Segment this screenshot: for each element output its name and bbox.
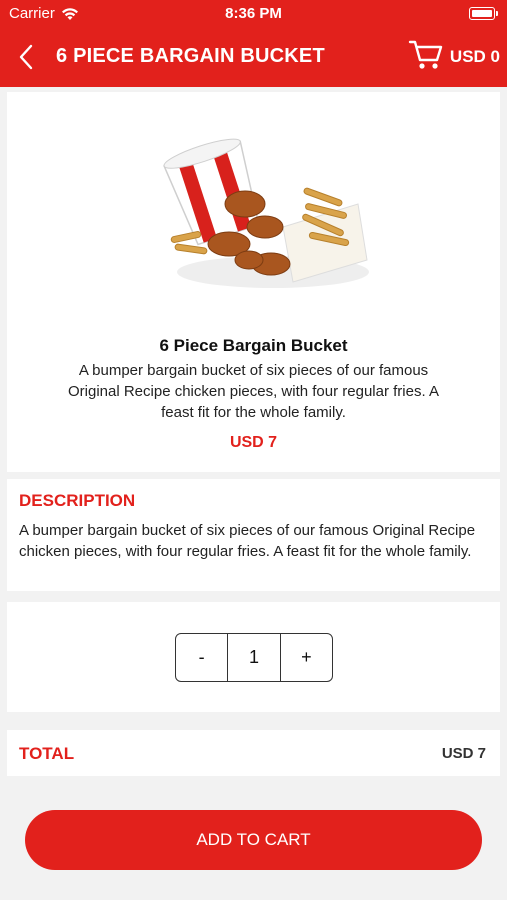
increment-button[interactable]: +: [279, 634, 332, 681]
back-button[interactable]: [12, 42, 42, 72]
description-card: DESCRIPTION A bumper bargain bucket of s…: [7, 479, 500, 591]
product-name: 6 Piece Bargain Bucket: [159, 336, 348, 355]
app-header: Carrier 8:36 PM 6 PIECE BARGAIN BUCKET U…: [0, 0, 507, 87]
page-title: 6 PIECE BARGAIN BUCKET: [56, 45, 325, 67]
total-value: USD 7: [441, 745, 486, 762]
product-short-description: A bumper bargain bucket of six pieces of…: [67, 362, 439, 421]
product-card: 6 Piece Bargain Bucket A bumper bargain …: [7, 92, 500, 472]
shopping-cart-icon: [408, 40, 443, 69]
quantity-card: - 1 +: [7, 602, 500, 712]
product-image: [163, 138, 369, 288]
description-title: DESCRIPTION: [19, 491, 136, 510]
chevron-left-icon: [19, 44, 33, 70]
decrement-button[interactable]: -: [176, 634, 227, 681]
quantity-stepper: - 1 +: [175, 633, 333, 682]
status-bar: Carrier 8:36 PM: [0, 0, 507, 28]
quantity-value: 1: [227, 634, 279, 681]
battery-icon: [469, 7, 498, 20]
add-to-cart-button[interactable]: ADD TO CART: [25, 810, 482, 870]
description-body: A bumper bargain bucket of six pieces of…: [19, 522, 476, 560]
cart-button[interactable]: [408, 38, 444, 72]
total-label: TOTAL: [19, 744, 75, 763]
status-time: 8:36 PM: [225, 5, 282, 22]
total-card: TOTAL USD 7: [7, 730, 500, 776]
product-price: USD 7: [229, 434, 278, 451]
cart-total[interactable]: USD 0: [450, 47, 500, 67]
nav-bar: 6 PIECE BARGAIN BUCKET USD 0: [0, 30, 507, 85]
